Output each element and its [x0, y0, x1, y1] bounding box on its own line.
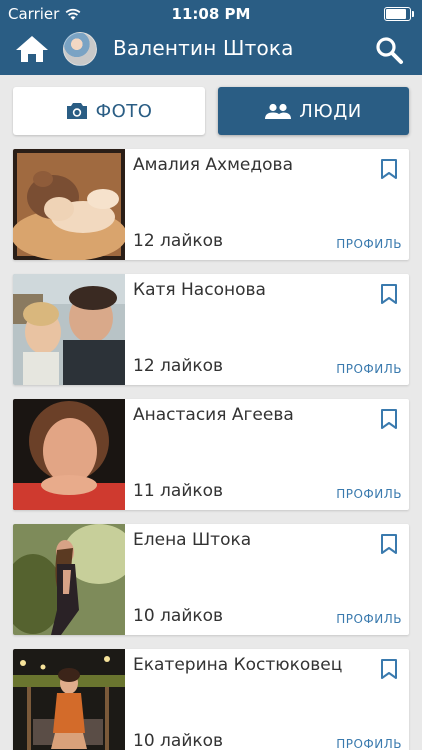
status-bar: Carrier 11:08 PM	[0, 0, 422, 28]
people-icon	[265, 103, 292, 119]
person-name: Амалия Ахмедова	[133, 155, 293, 175]
tab-photo-label: ФОТО	[95, 100, 153, 122]
person-card[interactable]: Катя Насонова 12 лайков ПРОФИЛЬ	[13, 274, 409, 385]
avatar[interactable]	[63, 32, 97, 66]
likes-count: 11 лайков	[133, 481, 224, 501]
night-photo[interactable]	[13, 649, 125, 750]
outdoor-photo[interactable]	[13, 524, 125, 635]
person-card[interactable]: Амалия Ахмедова 12 лайков ПРОФИЛЬ	[13, 149, 409, 260]
bookmark-icon[interactable]	[379, 533, 399, 555]
tab-people[interactable]: ЛЮДИ	[218, 87, 409, 135]
search-icon[interactable]	[374, 35, 404, 65]
person-name: Екатерина Костюковец	[133, 655, 343, 675]
likes-count: 10 лайков	[133, 606, 224, 626]
portrait-photo[interactable]	[13, 399, 125, 510]
status-time: 11:08 PM	[171, 5, 251, 23]
person-card[interactable]: Анастасия Агеева 11 лайков ПРОФИЛЬ	[13, 399, 409, 510]
person-name: Катя Насонова	[133, 280, 266, 300]
cat-photo[interactable]	[13, 149, 125, 260]
camera-icon	[66, 103, 87, 119]
home-icon[interactable]	[15, 34, 49, 64]
page-title: Валентин Штока	[113, 36, 294, 60]
person-card[interactable]: Елена Штока 10 лайков ПРОФИЛЬ	[13, 524, 409, 635]
bookmark-icon[interactable]	[379, 158, 399, 180]
likes-count: 12 лайков	[133, 356, 224, 376]
person-name: Елена Штока	[133, 530, 252, 550]
profile-link[interactable]: ПРОФИЛЬ	[336, 612, 402, 626]
couple-photo[interactable]	[13, 274, 125, 385]
profile-link[interactable]: ПРОФИЛЬ	[336, 237, 402, 251]
person-name: Анастасия Агеева	[133, 405, 294, 425]
bookmark-icon[interactable]	[379, 408, 399, 430]
battery-icon	[384, 7, 414, 21]
tab-people-label: ЛЮДИ	[299, 100, 362, 122]
profile-link[interactable]: ПРОФИЛЬ	[336, 737, 402, 750]
profile-link[interactable]: ПРОФИЛЬ	[336, 487, 402, 501]
profile-link[interactable]: ПРОФИЛЬ	[336, 362, 402, 376]
person-card[interactable]: Екатерина Костюковец 10 лайков ПРОФИЛЬ	[13, 649, 409, 750]
top-app-bar: Carrier 11:08 PM Валентин Штока	[0, 0, 422, 75]
likes-count: 10 лайков	[133, 731, 224, 750]
tab-photo[interactable]: ФОТО	[13, 87, 205, 135]
likes-count: 12 лайков	[133, 231, 224, 251]
bookmark-icon[interactable]	[379, 283, 399, 305]
bookmark-icon[interactable]	[379, 658, 399, 680]
